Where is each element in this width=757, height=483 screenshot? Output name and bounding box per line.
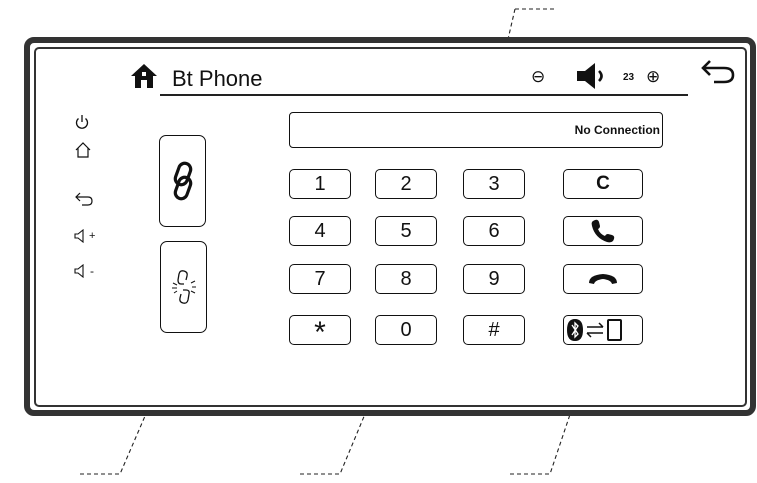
hang-up-button[interactable] bbox=[563, 264, 643, 294]
key-8[interactable]: 8 bbox=[375, 264, 437, 294]
speaker-icon bbox=[575, 62, 611, 95]
key-star[interactable]: * bbox=[289, 315, 351, 349]
unlink-icon bbox=[171, 270, 196, 304]
home-icon[interactable] bbox=[130, 63, 158, 94]
volume-up-icon[interactable]: ⊕ bbox=[646, 68, 660, 85]
bluetooth-transfer-button[interactable] bbox=[563, 315, 643, 345]
volume-down-icon bbox=[74, 264, 84, 278]
volume-up-icon bbox=[74, 229, 84, 243]
key-hash[interactable]: # bbox=[463, 315, 525, 345]
key-2[interactable]: 2 bbox=[375, 169, 437, 199]
volume-down-sign: - bbox=[90, 264, 94, 278]
key-7[interactable]: 7 bbox=[289, 264, 351, 294]
status-display: No Connection bbox=[289, 112, 663, 148]
call-button[interactable] bbox=[563, 216, 643, 246]
connection-status: No Connection bbox=[574, 123, 660, 137]
key-6[interactable]: 6 bbox=[463, 216, 525, 246]
connect-button[interactable] bbox=[159, 135, 206, 227]
key-9[interactable]: 9 bbox=[463, 264, 525, 294]
hang-up-icon bbox=[589, 274, 617, 284]
side-volume-down[interactable]: - bbox=[74, 262, 98, 280]
link-icon bbox=[173, 161, 192, 201]
power-icon[interactable] bbox=[74, 113, 98, 131]
key-4[interactable]: 4 bbox=[289, 216, 351, 246]
key-3[interactable]: 3 bbox=[463, 169, 525, 199]
clear-button[interactable]: C bbox=[563, 169, 643, 199]
page-title: Bt Phone bbox=[172, 66, 263, 91]
back-icon[interactable] bbox=[74, 190, 98, 208]
volume-down-icon[interactable]: ⊖ bbox=[531, 68, 545, 85]
volume-level: 23 bbox=[623, 72, 635, 83]
call-icon bbox=[591, 219, 615, 243]
back-arrow-icon[interactable] bbox=[700, 58, 736, 91]
key-1[interactable]: 1 bbox=[289, 169, 351, 199]
home-outline-icon[interactable] bbox=[74, 141, 98, 159]
side-volume-up[interactable]: + bbox=[74, 227, 98, 245]
bluetooth-transfer-icon bbox=[567, 319, 622, 341]
key-5[interactable]: 5 bbox=[375, 216, 437, 246]
disconnect-button[interactable] bbox=[160, 241, 207, 333]
key-0[interactable]: 0 bbox=[375, 315, 437, 345]
volume-up-sign: + bbox=[89, 230, 96, 242]
